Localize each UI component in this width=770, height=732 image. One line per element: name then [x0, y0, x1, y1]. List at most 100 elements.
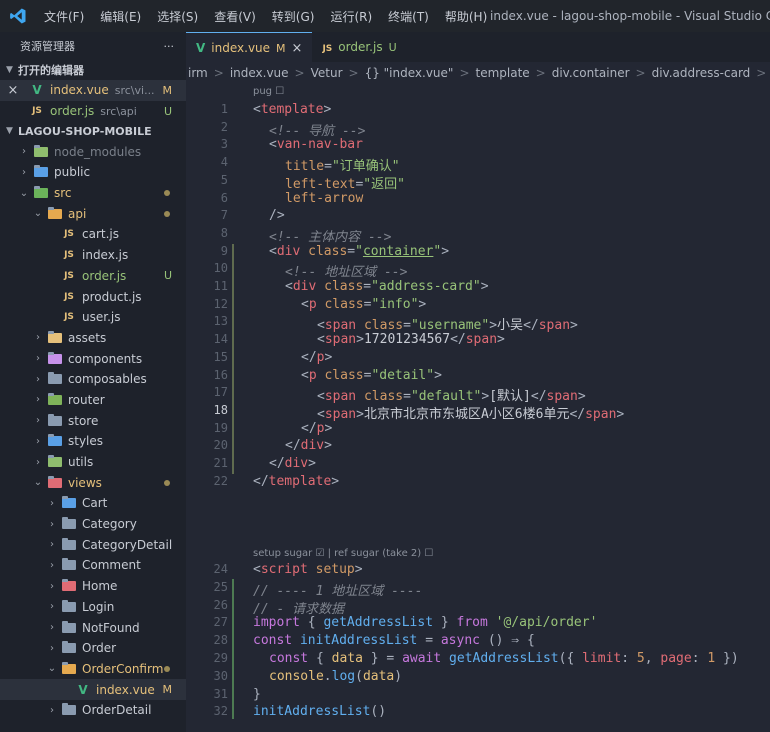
code-line[interactable]: <template>: [253, 102, 331, 117]
chevron-right-icon[interactable]: ›: [46, 581, 58, 592]
tree-folder[interactable]: › composables: [0, 369, 186, 390]
code-line[interactable]: import { getAddressList } from '@/api/or…: [253, 615, 597, 630]
chevron-right-icon[interactable]: ›: [46, 622, 58, 633]
more-actions-icon[interactable]: ···: [164, 40, 175, 53]
code-line[interactable]: <span>17201234567</span>: [317, 332, 505, 347]
tree-folder[interactable]: ⌄ OrderConfirm: [0, 659, 186, 680]
code-line[interactable]: </p>: [301, 421, 332, 436]
tree-folder[interactable]: ⌄ api: [0, 203, 186, 224]
code-line[interactable]: <!-- 导航 -->: [269, 120, 365, 139]
chevron-right-icon[interactable]: ›: [18, 167, 30, 178]
code-line[interactable]: }: [253, 687, 261, 702]
code-line[interactable]: />: [269, 208, 285, 223]
code-line[interactable]: <!-- 主体内容 -->: [269, 226, 391, 245]
tree-file[interactable]: JS user.js: [0, 307, 186, 328]
chevron-down-icon[interactable]: ⌄: [18, 188, 30, 199]
tree-folder[interactable]: › public: [0, 162, 186, 183]
chevron-right-icon[interactable]: ›: [46, 705, 58, 716]
breadcrumb-item[interactable]: div.address-card: [652, 66, 751, 80]
code-line[interactable]: const { data } = await getAddressList({ …: [269, 651, 739, 666]
code-line[interactable]: <!-- 地址区域 -->: [285, 261, 407, 280]
close-icon[interactable]: ×: [292, 41, 303, 56]
codelens-pug[interactable]: pug ☐: [253, 86, 284, 97]
tree-file[interactable]: JS order.js U: [0, 266, 186, 287]
editor-tab[interactable]: JS order.js U: [312, 32, 406, 62]
breadcrumb-item[interactable]: Vetur: [311, 66, 343, 80]
code-line[interactable]: initAddressList(): [253, 704, 386, 719]
code-line[interactable]: <p class="detail">: [301, 368, 442, 383]
menu-item[interactable]: 文件(F): [36, 8, 92, 25]
breadcrumb-item[interactable]: irm: [188, 66, 208, 80]
code-line[interactable]: title="订单确认": [285, 155, 400, 174]
code-line[interactable]: <span class="default">[默认]</span>: [317, 385, 586, 404]
menu-item[interactable]: 终端(T): [380, 8, 437, 25]
open-editor-item[interactable]: × Vindex.vue src\vi... M: [0, 80, 186, 101]
chevron-right-icon[interactable]: ›: [32, 436, 44, 447]
project-section[interactable]: ▼ LAGOU-SHOP-MOBILE: [0, 121, 186, 141]
code-line[interactable]: const initAddressList = async () ⇒ {: [253, 633, 535, 648]
tree-folder[interactable]: › assets: [0, 328, 186, 349]
tree-file[interactable]: Vindex.vue M: [0, 679, 186, 700]
code-line[interactable]: <div class="container">: [269, 244, 449, 259]
chevron-right-icon[interactable]: ›: [32, 332, 44, 343]
tree-folder[interactable]: › router: [0, 390, 186, 411]
open-editor-item[interactable]: JS order.js src\api U: [0, 101, 186, 122]
chevron-right-icon[interactable]: ›: [46, 498, 58, 509]
code-line[interactable]: // - 请求数据: [253, 598, 344, 617]
code-line[interactable]: <p class="info">: [301, 297, 426, 312]
breadcrumb-item[interactable]: index.vue: [230, 66, 289, 80]
code-line[interactable]: </div>: [285, 438, 332, 453]
tree-folder[interactable]: › NotFound: [0, 617, 186, 638]
chevron-right-icon[interactable]: ›: [46, 519, 58, 530]
code-line[interactable]: <div class="address-card">: [285, 279, 489, 294]
chevron-right-icon[interactable]: ›: [46, 643, 58, 654]
tree-folder[interactable]: ⌄ views: [0, 472, 186, 493]
chevron-down-icon[interactable]: ⌄: [32, 477, 44, 488]
breadcrumb-item[interactable]: div.container: [552, 66, 630, 80]
tree-folder[interactable]: › Cart: [0, 493, 186, 514]
code-editor[interactable]: pug ☐ setup sugar ☑ | ref sugar (take 2)…: [186, 84, 770, 732]
code-line[interactable]: </p>: [301, 350, 332, 365]
chevron-right-icon[interactable]: ›: [32, 394, 44, 405]
chevron-right-icon[interactable]: ›: [32, 415, 44, 426]
chevron-right-icon[interactable]: ›: [32, 374, 44, 385]
tree-folder[interactable]: › Home: [0, 576, 186, 597]
close-icon[interactable]: ×: [0, 83, 26, 98]
tree-folder[interactable]: › components: [0, 348, 186, 369]
code-line[interactable]: <span>北京市北京市东城区A小区6楼6单元</span>: [317, 403, 624, 422]
tree-folder[interactable]: › node_modules: [0, 141, 186, 162]
breadcrumb-item[interactable]: template: [476, 66, 530, 80]
menu-item[interactable]: 转到(G): [264, 8, 323, 25]
chevron-right-icon[interactable]: ›: [46, 560, 58, 571]
chevron-right-icon[interactable]: ›: [18, 146, 30, 157]
chevron-right-icon[interactable]: ›: [46, 539, 58, 550]
tree-folder[interactable]: › store: [0, 410, 186, 431]
menu-item[interactable]: 编辑(E): [92, 8, 149, 25]
tree-folder[interactable]: › styles: [0, 431, 186, 452]
chevron-down-icon[interactable]: ⌄: [46, 663, 58, 674]
menu-item[interactable]: 查看(V): [206, 8, 264, 25]
menu-item[interactable]: 帮助(H): [437, 8, 495, 25]
chevron-right-icon[interactable]: ›: [32, 457, 44, 468]
tree-folder[interactable]: › Login: [0, 597, 186, 618]
code-line[interactable]: left-text="返回": [285, 173, 405, 192]
codelens-setup[interactable]: setup sugar ☑ | ref sugar (take 2) ☐: [253, 548, 433, 559]
tree-file[interactable]: JS index.js: [0, 245, 186, 266]
tree-file[interactable]: JS product.js: [0, 286, 186, 307]
chevron-right-icon[interactable]: ›: [46, 601, 58, 612]
code-line[interactable]: <van-nav-bar: [269, 137, 363, 152]
chevron-right-icon[interactable]: ›: [32, 353, 44, 364]
open-editors-section[interactable]: ▼ 打开的编辑器: [0, 60, 186, 80]
tree-folder[interactable]: › Order: [0, 638, 186, 659]
menu-item[interactable]: 运行(R): [322, 8, 380, 25]
code-line[interactable]: <script setup>: [253, 562, 363, 577]
breadcrumb-item[interactable]: {} "index.vue": [365, 66, 454, 80]
code-line[interactable]: left-arrow: [285, 191, 363, 206]
editor-tab[interactable]: Vindex.vue M ×: [186, 32, 313, 63]
code-line[interactable]: </template>: [253, 474, 339, 489]
menu-item[interactable]: 选择(S): [149, 8, 206, 25]
code-line[interactable]: // ---- 1 地址区域 ----: [253, 580, 422, 599]
tree-folder[interactable]: › utils: [0, 452, 186, 473]
tree-folder[interactable]: › Comment: [0, 555, 186, 576]
code-line[interactable]: <span class="username">小吴</span>: [317, 314, 578, 333]
